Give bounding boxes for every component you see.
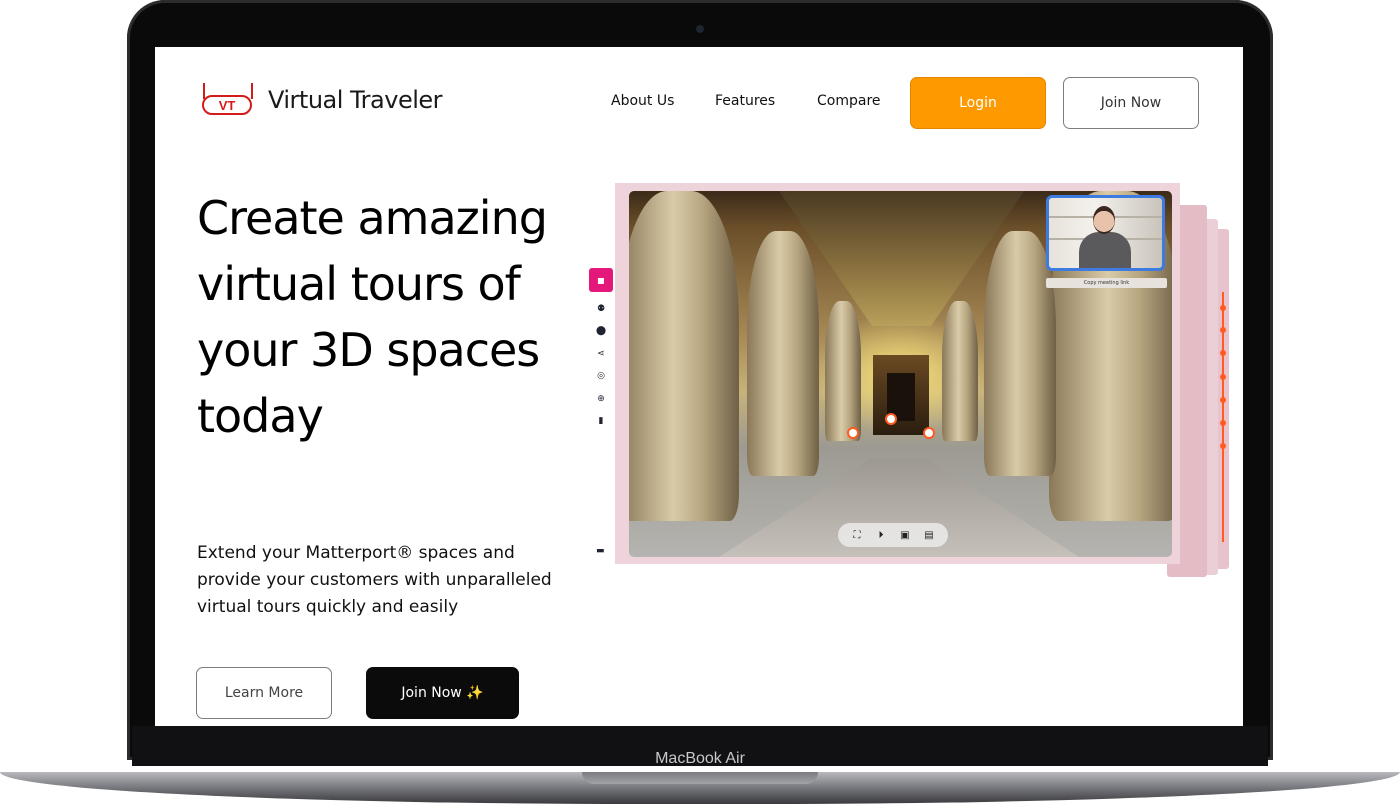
nav-link-features[interactable]: Features	[715, 93, 775, 109]
location-pin-icon[interactable]: ⬤	[596, 326, 606, 336]
timeline-dot[interactable]	[1220, 397, 1226, 403]
header-join-now-button[interactable]: Join Now	[1063, 77, 1199, 129]
timeline-dot[interactable]	[1220, 420, 1226, 426]
copy-meeting-link-button[interactable]: Copy meeting link	[1046, 278, 1167, 288]
hero-join-now-button[interactable]: Join Now ✨	[366, 667, 519, 719]
laptop-model-label: MacBook Air	[655, 750, 745, 767]
presenter-body	[1079, 232, 1131, 268]
target-icon[interactable]: ◎	[596, 371, 606, 381]
timeline-dot[interactable]	[1220, 327, 1226, 333]
statue-left-middle	[747, 231, 819, 476]
play-icon[interactable]: ⏵	[876, 530, 886, 541]
login-button[interactable]: Login	[910, 77, 1046, 129]
brand-name: Virtual Traveler	[268, 86, 443, 114]
nav-link-compare[interactable]: Compare	[817, 93, 881, 109]
learn-more-button[interactable]: Learn More	[196, 667, 332, 719]
webcam	[696, 25, 704, 33]
map-icon[interactable]: ▮	[596, 416, 606, 426]
laptop-notch	[582, 772, 818, 784]
brand-logo[interactable]: VT Virtual Traveler	[198, 81, 443, 119]
book-icon[interactable]: ▣	[900, 530, 910, 541]
logo-mark-text: VT	[202, 95, 252, 115]
share-icon[interactable]: ⋖	[596, 349, 606, 359]
statue-left-back	[825, 301, 861, 441]
viewer-bottom-toolbar: ⛶ ⏵ ▣ ▤	[838, 523, 948, 547]
vr-headset-logo-icon: VT	[198, 81, 258, 119]
nav-link-about[interactable]: About Us	[611, 93, 674, 109]
timeline-dot[interactable]	[1220, 350, 1226, 356]
statue-right-middle	[984, 231, 1056, 476]
statue-right-back	[942, 301, 978, 441]
website-screen: VT Virtual Traveler About Us Features Co…	[155, 47, 1243, 726]
hero-subtitle: Extend your Matterport® spaces and provi…	[197, 543, 552, 617]
timeline-dot[interactable]	[1220, 374, 1226, 380]
timeline-dot[interactable]	[1220, 443, 1226, 449]
hero-title: Create amazing virtual tours of your 3D …	[197, 191, 548, 443]
comment-icon[interactable]: ▤	[924, 530, 934, 541]
video-call-window[interactable]	[1046, 195, 1165, 271]
zoom-icon[interactable]: ⊕	[596, 394, 606, 404]
users-icon[interactable]: ⚉	[596, 304, 606, 314]
fullscreen-icon[interactable]: ⛶	[852, 530, 862, 541]
navigation-hotspot[interactable]	[847, 427, 859, 439]
chat-icon[interactable]: ▬	[596, 546, 606, 556]
contact-icon[interactable]: ▪	[589, 268, 613, 292]
presenter-face	[1093, 206, 1115, 234]
navigation-hotspot[interactable]	[885, 413, 897, 425]
statue-left-front	[629, 191, 739, 521]
timeline-dot[interactable]	[1220, 305, 1226, 311]
navigation-hotspot[interactable]	[923, 427, 935, 439]
